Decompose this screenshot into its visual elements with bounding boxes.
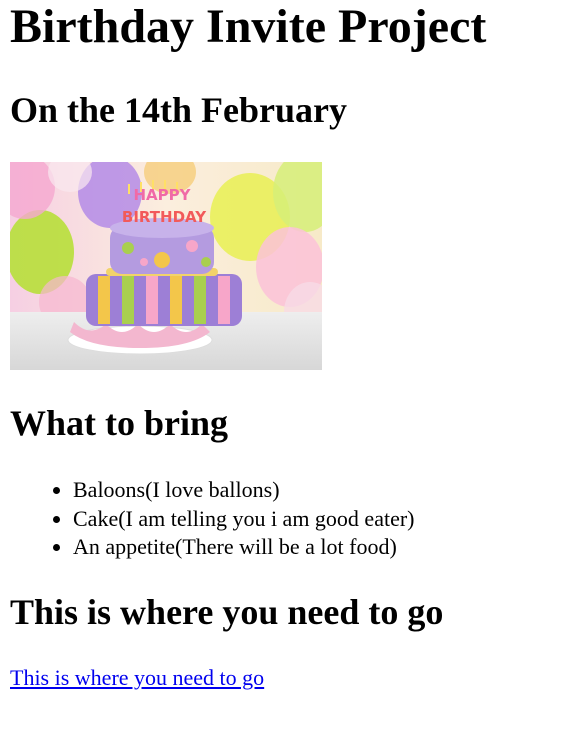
page: Birthday Invite Project On the 14th Febr… bbox=[0, 0, 577, 749]
bring-list-item: An appetite(There will be a lot food) bbox=[73, 533, 415, 562]
directions-heading: This is where you need to go bbox=[10, 592, 444, 632]
cake-topper-happy: HAPPY bbox=[133, 186, 191, 204]
directions-link[interactable]: This is where you need to go bbox=[10, 664, 264, 692]
date-heading: On the 14th February bbox=[10, 90, 347, 130]
bring-list-item: Baloons(I love ballons) bbox=[73, 476, 415, 505]
birthday-cake-image: HAPPY BIRTHDAY bbox=[10, 162, 322, 370]
page-title: Birthday Invite Project bbox=[10, 0, 487, 53]
bring-list-item: Cake(I am telling you i am good eater) bbox=[73, 505, 415, 534]
bring-list: Baloons(I love ballons) Cake(I am tellin… bbox=[33, 476, 415, 562]
cake-topper-birthday: BIRTHDAY bbox=[122, 208, 207, 226]
bring-heading: What to bring bbox=[10, 403, 229, 443]
